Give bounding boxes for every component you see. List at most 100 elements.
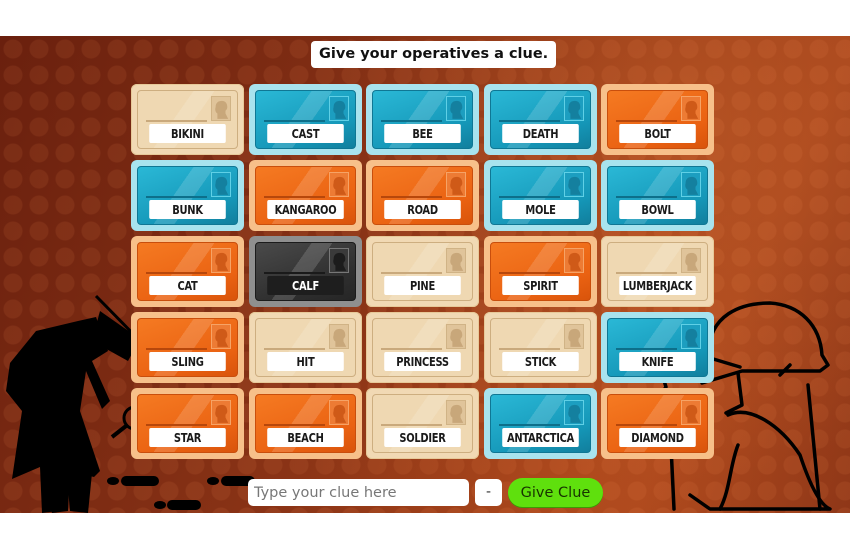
card-face: DEATH — [490, 90, 591, 149]
card-divider — [381, 272, 442, 274]
word-card[interactable]: CAT — [131, 236, 244, 307]
agent-silhouette-icon — [564, 324, 584, 349]
card-word: KANGAROO — [267, 200, 344, 219]
card-face: ROAD — [372, 166, 473, 225]
card-divider — [264, 120, 325, 122]
card-word: BEE — [384, 124, 461, 143]
card-face: STICK — [490, 318, 591, 377]
card-divider — [146, 272, 207, 274]
agent-silhouette-icon — [446, 172, 466, 197]
word-card[interactable]: KNIFE — [601, 312, 714, 383]
card-divider — [146, 424, 207, 426]
game-stage: Give your operatives a clue. BIKINI CAST… — [0, 36, 850, 513]
card-divider — [264, 348, 325, 350]
card-face: CAST — [255, 90, 356, 149]
clue-count-button[interactable]: - — [475, 479, 502, 506]
word-card[interactable]: SLING — [131, 312, 244, 383]
agent-silhouette-icon — [564, 172, 584, 197]
agent-silhouette-icon — [329, 172, 349, 197]
card-word: HIT — [267, 352, 344, 371]
clue-input[interactable] — [248, 479, 469, 506]
card-divider — [499, 424, 560, 426]
card-word: STICK — [502, 352, 579, 371]
agent-silhouette-icon — [329, 248, 349, 273]
card-divider — [499, 348, 560, 350]
card-divider — [381, 196, 442, 198]
card-word: BUNK — [149, 200, 226, 219]
word-card[interactable]: ANTARCTICA — [484, 388, 597, 459]
word-card[interactable]: LUMBERJACK — [601, 236, 714, 307]
card-face: LUMBERJACK — [607, 242, 708, 301]
card-face: KNIFE — [607, 318, 708, 377]
card-face: BUNK — [137, 166, 238, 225]
card-word: SPIRIT — [502, 276, 579, 295]
word-card[interactable]: ROAD — [366, 160, 479, 231]
word-card[interactable]: STICK — [484, 312, 597, 383]
agent-silhouette-icon — [329, 324, 349, 349]
card-word: BOLT — [619, 124, 696, 143]
agent-silhouette-icon — [329, 96, 349, 121]
card-divider — [264, 196, 325, 198]
word-card[interactable]: STAR — [131, 388, 244, 459]
card-face: BOWL — [607, 166, 708, 225]
agent-silhouette-icon — [446, 400, 466, 425]
card-word: BOWL — [619, 200, 696, 219]
word-card[interactable]: BIKINI — [131, 84, 244, 155]
word-card[interactable]: PRINCESS — [366, 312, 479, 383]
word-card[interactable]: DEATH — [484, 84, 597, 155]
give-clue-button[interactable]: Give Clue — [508, 478, 603, 507]
card-face: DIAMOND — [607, 394, 708, 453]
card-word: BEACH — [267, 428, 344, 447]
card-word: BIKINI — [149, 124, 226, 143]
word-card[interactable]: BOWL — [601, 160, 714, 231]
word-card[interactable]: CALF — [249, 236, 362, 307]
agent-silhouette-icon — [564, 400, 584, 425]
card-divider — [499, 120, 560, 122]
card-word: PINE — [384, 276, 461, 295]
agent-silhouette-icon — [446, 248, 466, 273]
card-divider — [616, 120, 677, 122]
agent-silhouette-icon — [446, 324, 466, 349]
agent-silhouette-icon — [211, 248, 231, 273]
card-divider — [499, 196, 560, 198]
card-face: CAT — [137, 242, 238, 301]
card-word: PRINCESS — [384, 352, 461, 371]
card-face: BIKINI — [137, 90, 238, 149]
word-card[interactable]: PINE — [366, 236, 479, 307]
card-divider — [146, 348, 207, 350]
card-divider — [264, 272, 325, 274]
card-face: BEACH — [255, 394, 356, 453]
card-divider — [381, 424, 442, 426]
word-card[interactable]: DIAMOND — [601, 388, 714, 459]
agent-silhouette-icon — [681, 96, 701, 121]
card-face: CALF — [255, 242, 356, 301]
card-divider — [499, 272, 560, 274]
card-word: ROAD — [384, 200, 461, 219]
card-word: ANTARCTICA — [502, 428, 579, 447]
card-divider — [616, 272, 677, 274]
word-card[interactable]: KANGAROO — [249, 160, 362, 231]
word-card[interactable]: MOLE — [484, 160, 597, 231]
card-divider — [381, 348, 442, 350]
card-face: KANGAROO — [255, 166, 356, 225]
card-divider — [381, 120, 442, 122]
card-word: SLING — [149, 352, 226, 371]
word-card[interactable]: BUNK — [131, 160, 244, 231]
word-card[interactable]: BEE — [366, 84, 479, 155]
word-card[interactable]: CAST — [249, 84, 362, 155]
word-card[interactable]: SOLDIER — [366, 388, 479, 459]
card-face: PRINCESS — [372, 318, 473, 377]
game-prompt: Give your operatives a clue. — [311, 41, 557, 68]
word-card[interactable]: BOLT — [601, 84, 714, 155]
agent-silhouette-icon — [211, 172, 231, 197]
card-divider — [146, 196, 207, 198]
word-card[interactable]: SPIRIT — [484, 236, 597, 307]
agent-silhouette-icon — [211, 96, 231, 121]
card-face: SLING — [137, 318, 238, 377]
word-card[interactable]: BEACH — [249, 388, 362, 459]
agent-silhouette-icon — [329, 400, 349, 425]
card-word: MOLE — [502, 200, 579, 219]
word-card[interactable]: HIT — [249, 312, 362, 383]
card-word: DIAMOND — [619, 428, 696, 447]
agent-silhouette-icon — [681, 400, 701, 425]
